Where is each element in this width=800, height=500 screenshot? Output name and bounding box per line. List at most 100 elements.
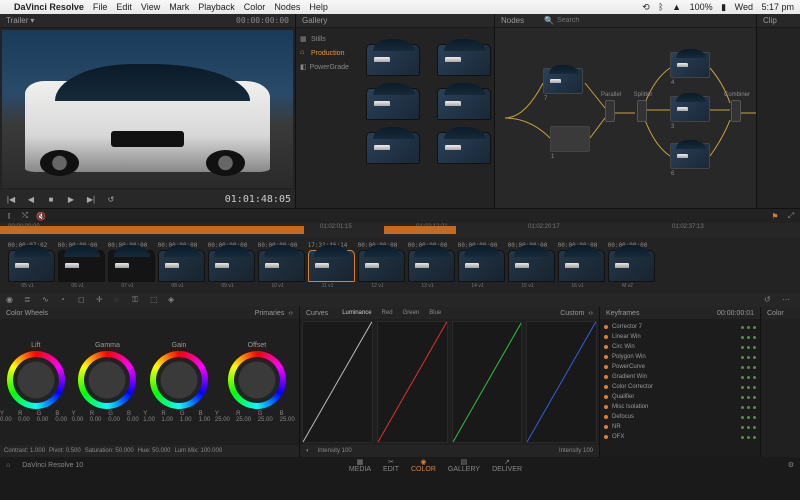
tool-3d-icon[interactable]: ◈	[168, 295, 180, 305]
gallery-thumb[interactable]: 3.2.1	[355, 75, 420, 115]
gallery-tab-stills[interactable]: ▦Stills	[298, 32, 350, 46]
menu-app[interactable]: DaVinci Resolve	[14, 2, 84, 12]
menu-nodes[interactable]: Nodes	[274, 2, 300, 12]
gallery-thumb[interactable]: 1.4.1	[355, 31, 420, 71]
clip-thumb[interactable]: 00:00:00:0006 v1	[54, 242, 101, 289]
stop-button[interactable]: ■	[44, 193, 58, 205]
keyframe-row[interactable]: Circ Win	[604, 342, 756, 352]
menu-color[interactable]: Color	[244, 2, 266, 12]
chevron-right-icon[interactable]: ›	[591, 310, 593, 317]
gallery-tab-powergrade[interactable]: ◧PowerGrade	[298, 60, 350, 74]
mixer-parallel[interactable]: Parallel	[605, 100, 615, 122]
viewer-canvas[interactable]	[2, 30, 293, 188]
color-wheel-lift[interactable]: LiftY 0.00R 0.00G 0.00B 0.00	[0, 342, 72, 423]
keyframe-row[interactable]: Gradient Win	[604, 372, 756, 382]
split-icon[interactable]: ⫾	[4, 211, 14, 221]
curve-green[interactable]	[452, 321, 523, 443]
home-icon[interactable]: ⌂	[6, 462, 10, 469]
page-edit[interactable]: ✂EDIT	[383, 458, 399, 473]
clip-thumb[interactable]: 00:00:00:00M v2	[604, 242, 651, 289]
menu-file[interactable]: File	[93, 2, 108, 12]
prev-clip-button[interactable]: |◀	[4, 193, 18, 205]
clip-thumb[interactable]: 00:00:00:0016 v1	[554, 242, 601, 289]
tool-bars-icon[interactable]: ≣	[24, 295, 36, 305]
gallery-thumb[interactable]: 3.2.1	[426, 75, 491, 115]
keyframe-row[interactable]: Defocus	[604, 412, 756, 422]
tool-sizing-icon[interactable]: ⬚	[150, 295, 162, 305]
color-wheel-gamma[interactable]: GammaY 0.00R 0.00G 0.00B 0.00	[72, 342, 144, 423]
clip-thumb[interactable]: 00:00:00:0015 v1	[504, 242, 551, 289]
gallery-thumb[interactable]: 3.5.1	[426, 119, 491, 159]
page-deliver[interactable]: ↗DELIVER	[492, 458, 522, 473]
page-media[interactable]: ▦MEDIA	[349, 458, 371, 473]
clip-thumb[interactable]: 00:00:00:0007 v1	[104, 242, 151, 289]
keyframe-row[interactable]: Color Corrector	[604, 382, 756, 392]
tool-tracker-icon[interactable]: ✛	[96, 295, 108, 305]
clip-thumb[interactable]: 00:00:07:0205 v1	[4, 242, 51, 289]
curve-tab-red[interactable]: Red	[382, 310, 393, 316]
clip-thumb[interactable]: 17:31:46:1411 v1	[304, 242, 351, 289]
clip-thumb[interactable]: 00:00:00:0013 v1	[404, 242, 451, 289]
tool-blur-icon[interactable]: ◌	[114, 295, 126, 305]
curve-tab-lum[interactable]: Luminance	[342, 310, 371, 316]
curve-tab-green[interactable]: Green	[403, 310, 420, 316]
clip-thumb[interactable]: 00:00:00:0009 v1	[204, 242, 251, 289]
wheel-ring[interactable]	[7, 351, 65, 409]
keyframe-row[interactable]: Qualifier	[604, 392, 756, 402]
keyframe-row[interactable]: Corrector 7	[604, 322, 756, 332]
expand-icon[interactable]: ⤢	[786, 211, 796, 221]
loop-button[interactable]: ↺	[104, 193, 118, 205]
gallery-tab-production[interactable]: ⌂Production	[298, 46, 350, 60]
node-3[interactable]: 3	[670, 96, 710, 122]
keyframe-row[interactable]: Linear Win	[604, 332, 756, 342]
wheels-mode[interactable]: Primaries	[255, 310, 285, 317]
nodes-graph[interactable]: 7 1 Parallel Splitter 3 4 6 Combiner	[495, 28, 756, 208]
keyframe-row[interactable]: NR	[604, 422, 756, 432]
wheel-ring[interactable]	[78, 351, 136, 409]
tool-key-icon[interactable]: ⚿	[132, 295, 144, 305]
clip-thumbstrip[interactable]: 00:00:07:0205 v100:00:00:0006 v100:00:00…	[0, 237, 800, 293]
clip-thumb[interactable]: 00:00:00:0008 v1	[154, 242, 201, 289]
node-7[interactable]: 7	[543, 68, 583, 94]
keyframe-row[interactable]: Misc Isolation	[604, 402, 756, 412]
page-gallery[interactable]: ▤GALLERY	[448, 458, 480, 473]
menu-help[interactable]: Help	[309, 2, 328, 12]
soft-clip-icon[interactable]: ◐	[306, 448, 310, 454]
curve-blue[interactable]	[526, 321, 597, 443]
keyframe-row[interactable]: OFX	[604, 432, 756, 442]
node-1[interactable]: 1	[550, 126, 590, 152]
page-color[interactable]: ◉COLOR	[411, 458, 436, 473]
keyframe-row[interactable]: Polygon Win	[604, 352, 756, 362]
mixer-combiner[interactable]: Combiner	[731, 100, 741, 122]
flag-icon[interactable]: ⚑	[770, 211, 780, 221]
menu-edit[interactable]: Edit	[116, 2, 132, 12]
curve-luminance[interactable]	[302, 321, 373, 443]
tool-curves-icon[interactable]: ∿	[42, 295, 54, 305]
tool-options-icon[interactable]: ⋯	[782, 295, 794, 305]
node-4[interactable]: 4	[670, 52, 710, 78]
tool-reset-icon[interactable]: ↺	[764, 295, 776, 305]
menu-mark[interactable]: Mark	[169, 2, 189, 12]
nodes-search-input[interactable]	[557, 17, 617, 24]
tool-picker-icon[interactable]: ◉	[6, 295, 18, 305]
mixer-splitter[interactable]: Splitter	[637, 100, 647, 122]
tool-qualifier-icon[interactable]: ◔	[60, 295, 72, 305]
color-wheel-offset[interactable]: OffsetY 25.00R 25.00G 25.00B 25.00	[215, 342, 299, 423]
curve-red[interactable]	[377, 321, 448, 443]
gallery-thumb[interactable]: 2.4.1	[355, 119, 420, 159]
clip-thumb[interactable]: 00:00:00:0010 v1	[254, 242, 301, 289]
curve-tab-blue[interactable]: Blue	[429, 310, 441, 316]
timeline-ruler[interactable]: 00:00:00:00 01:02:01:15 01:02:12:21 01:0…	[0, 223, 800, 237]
color-wheel-gain[interactable]: GainY 1.00R 1.00G 1.00B 1.00	[143, 342, 215, 423]
settings-icon[interactable]: ⚙	[788, 461, 794, 469]
menu-view[interactable]: View	[141, 2, 160, 12]
chevron-right-icon[interactable]: ›	[291, 310, 293, 317]
dropdown-icon[interactable]: ▾	[30, 16, 34, 25]
menu-playback[interactable]: Playback	[198, 2, 235, 12]
node-6[interactable]: 6	[670, 143, 710, 169]
clip-thumb[interactable]: 00:00:00:0014 v1	[454, 242, 501, 289]
mute-icon[interactable]: 🔇	[36, 211, 46, 221]
step-back-button[interactable]: ◀	[24, 193, 38, 205]
wheel-ring[interactable]	[150, 351, 208, 409]
gallery-thumb[interactable]: 2.3.1	[426, 31, 491, 71]
